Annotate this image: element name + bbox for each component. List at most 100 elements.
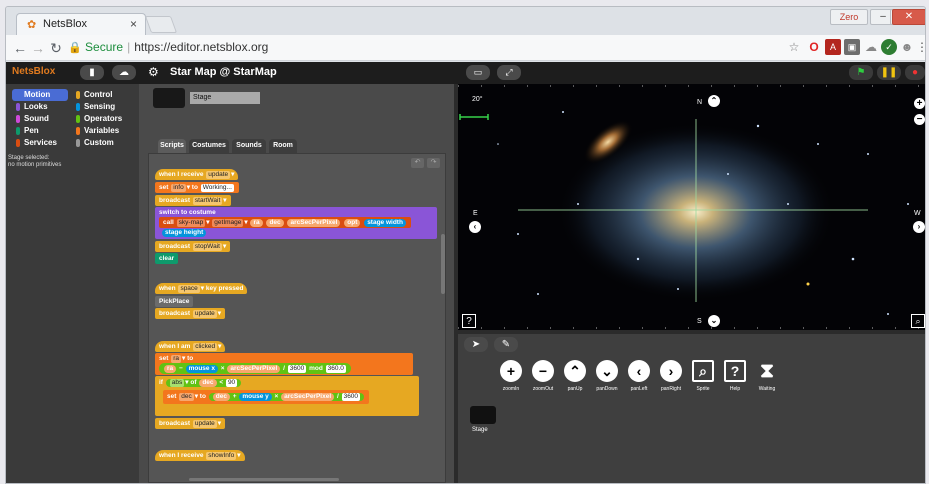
broadcast-block[interactable]: broadcast stopWait ▾ bbox=[155, 241, 231, 252]
category-custom[interactable]: Custom bbox=[72, 137, 128, 149]
screen-extension-icon[interactable]: ▣ bbox=[844, 39, 860, 55]
opt-variable[interactable]: opt bbox=[344, 219, 361, 227]
stage-thumbnail[interactable] bbox=[470, 406, 496, 424]
message-dropdown[interactable]: showInfo bbox=[206, 452, 237, 460]
scripting-area[interactable]: ↶ ↷ when I receive update ▾ set info ▾ to … bbox=[148, 153, 446, 483]
zoom-in-icon[interactable]: + bbox=[914, 98, 925, 109]
tab-close-icon[interactable]: × bbox=[130, 17, 137, 31]
close-window-button[interactable]: ✕ bbox=[892, 9, 925, 25]
method-dropdown[interactable]: getImage bbox=[212, 219, 244, 227]
ra-variable[interactable]: ra bbox=[164, 365, 177, 373]
category-motion[interactable]: Motion bbox=[12, 89, 68, 101]
zoom-out-icon[interactable]: − bbox=[914, 114, 925, 125]
when-i-am-clicked-hat-block[interactable]: when I am clicked ▾ bbox=[155, 341, 226, 352]
pdf-extension-icon[interactable]: A bbox=[825, 39, 841, 55]
message-dropdown[interactable]: update bbox=[192, 310, 217, 318]
ra-variable[interactable]: ra bbox=[250, 219, 263, 227]
stage-size-toggle-button[interactable]: ▭ bbox=[466, 65, 490, 80]
opera-extension-icon[interactable]: O bbox=[806, 39, 822, 55]
message-dropdown[interactable]: update bbox=[206, 171, 231, 179]
arcsec-variable[interactable]: arcSecPerPixel bbox=[281, 393, 335, 401]
sprite-button[interactable]: ⌕ bbox=[692, 360, 714, 382]
netsblox-logo[interactable]: NetsBlox bbox=[12, 66, 55, 77]
undo-icon[interactable]: ↶ bbox=[411, 158, 424, 168]
sprite-name-field[interactable]: Stage bbox=[190, 92, 260, 104]
pickplace-custom-block[interactable]: PickPlace bbox=[155, 296, 194, 307]
cloud-extension-icon[interactable]: ☁ bbox=[863, 39, 879, 55]
broadcast-block[interactable]: broadcast update ▾ bbox=[155, 418, 226, 429]
horizontal-scrollbar[interactable] bbox=[189, 478, 339, 481]
category-variables[interactable]: Variables bbox=[72, 125, 128, 137]
dec-variable[interactable]: dec bbox=[266, 219, 284, 227]
pan-east-icon[interactable]: ‹ bbox=[469, 221, 481, 233]
when-key-pressed-hat-block[interactable]: when space ▾ key pressed bbox=[155, 283, 248, 294]
forward-arrow-icon[interactable]: → bbox=[30, 40, 46, 56]
category-control[interactable]: Control bbox=[72, 89, 128, 101]
mouse-x-reporter[interactable]: mouse x bbox=[185, 365, 218, 373]
variable-dropdown[interactable]: dec bbox=[179, 393, 194, 401]
plus-reporter[interactable]: dec + mouse y × arcSecPerPixel / 3600 bbox=[208, 393, 365, 401]
tab-scripts[interactable]: Scripts bbox=[158, 139, 186, 153]
less-than-predicate[interactable]: abs ▾ of dec < 90 bbox=[165, 379, 242, 387]
redo-icon[interactable]: ↷ bbox=[427, 158, 440, 168]
stage-height-reporter[interactable]: stage height bbox=[162, 229, 207, 237]
settings-gear-icon[interactable]: ⚙ bbox=[148, 65, 159, 79]
message-dropdown[interactable]: update bbox=[192, 420, 217, 428]
vertical-scrollbar[interactable] bbox=[441, 234, 445, 294]
category-pen[interactable]: Pen bbox=[12, 125, 68, 137]
when-i-receive-hat-block[interactable]: when I receive showInfo ▾ bbox=[155, 450, 245, 461]
stage-width-reporter[interactable]: stage width bbox=[364, 219, 406, 227]
set-dec-block[interactable]: set dec ▾ to dec + mouse y × arcSecPerPix… bbox=[163, 390, 370, 404]
set-ra-block[interactable]: set ra ▾ to ra − mouse x × arcSecPerPixel… bbox=[155, 353, 413, 375]
tab-sounds[interactable]: Sounds bbox=[232, 139, 266, 153]
paint-brush-button[interactable]: ✎ bbox=[494, 337, 518, 352]
category-looks[interactable]: Looks bbox=[12, 101, 68, 113]
file-menu-button[interactable]: ▮ bbox=[80, 65, 104, 80]
dec-variable[interactable]: dec bbox=[212, 393, 230, 401]
green-flag-button[interactable]: ⚑ bbox=[849, 65, 873, 80]
stop-button[interactable]: ● bbox=[905, 65, 925, 80]
function-dropdown[interactable]: abs bbox=[169, 379, 185, 387]
category-sensing[interactable]: Sensing bbox=[72, 101, 128, 113]
variable-dropdown[interactable]: info bbox=[171, 184, 186, 192]
pan-north-icon[interactable]: ⌃ bbox=[708, 95, 720, 107]
pause-button[interactable]: ❚❚ bbox=[877, 65, 901, 80]
user-profile-button[interactable]: Zero bbox=[830, 9, 868, 25]
broadcast-block[interactable]: broadcast startWait ▾ bbox=[155, 195, 231, 206]
panup-button[interactable]: ⌃ bbox=[564, 360, 586, 382]
presentation-mode-button[interactable]: ⤢ bbox=[497, 65, 521, 80]
arcsec-variable[interactable]: arcSecPerPixel bbox=[287, 219, 341, 227]
number-input[interactable]: 90 bbox=[225, 379, 238, 387]
browser-tab[interactable]: ✿ NetsBlox × bbox=[16, 13, 146, 35]
help-button[interactable]: ? bbox=[724, 360, 746, 382]
reload-icon[interactable]: ↻ bbox=[48, 40, 64, 57]
pan-west-icon[interactable]: › bbox=[913, 221, 925, 233]
panleft-button[interactable]: ‹ bbox=[628, 360, 650, 382]
category-operators[interactable]: Operators bbox=[72, 113, 128, 125]
waiting-button[interactable]: ⧗ bbox=[756, 360, 778, 382]
zoomin-button[interactable]: + bbox=[500, 360, 522, 382]
category-services[interactable]: Services bbox=[12, 137, 68, 149]
service-dropdown[interactable]: sky-map bbox=[176, 219, 206, 227]
cloud-menu-button[interactable]: ☁ bbox=[112, 65, 136, 80]
zoomout-button[interactable]: − bbox=[532, 360, 554, 382]
when-i-receive-hat-block[interactable]: when I receive update ▾ bbox=[155, 169, 239, 180]
omnibox[interactable]: 🔒 Secure | https://editor.netsblox.org bbox=[68, 38, 748, 57]
search-icon[interactable]: ⌕ bbox=[911, 314, 925, 328]
message-dropdown[interactable]: startWait bbox=[192, 197, 223, 205]
tab-room[interactable]: Room bbox=[269, 139, 297, 153]
switch-to-costume-block[interactable]: switch to costume call sky-map ▾ getImage… bbox=[155, 207, 437, 239]
panright-button[interactable]: › bbox=[660, 360, 682, 382]
broadcast-block[interactable]: broadcast update ▾ bbox=[155, 308, 226, 319]
mouse-y-reporter[interactable]: mouse y bbox=[239, 393, 272, 401]
message-dropdown[interactable]: stopWait bbox=[192, 243, 222, 251]
dec-variable[interactable]: dec bbox=[199, 379, 217, 387]
key-dropdown[interactable]: space bbox=[178, 285, 200, 293]
category-sound[interactable]: Sound bbox=[12, 113, 68, 125]
clear-block[interactable]: clear bbox=[155, 253, 179, 264]
event-dropdown[interactable]: clicked bbox=[193, 343, 218, 351]
back-arrow-icon[interactable]: ← bbox=[12, 40, 28, 56]
star-bookmark-icon[interactable]: ☆ bbox=[786, 39, 802, 55]
if-block[interactable]: if abs ▾ of dec < 90 set dec ▾ to dec + mo… bbox=[155, 376, 419, 416]
set-variable-block[interactable]: set info ▾ to Working... bbox=[155, 182, 239, 193]
